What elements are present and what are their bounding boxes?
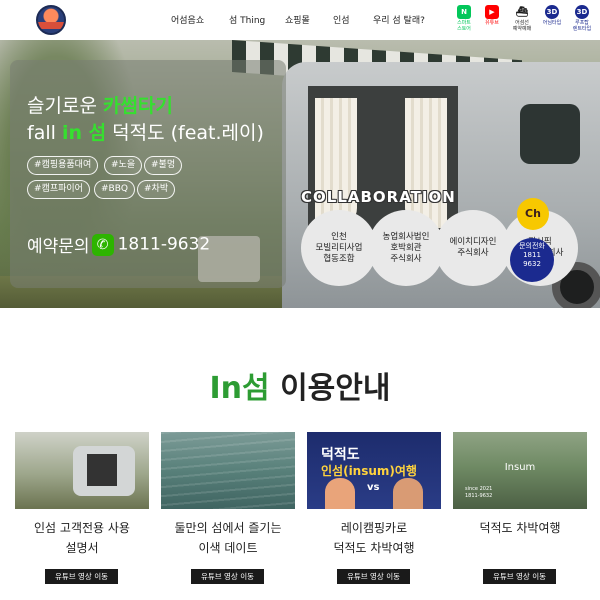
hashtag: #캠프파이어 [27,180,90,199]
naver-store-icon: N [457,5,471,19]
section-title-rest: 이용안내 [269,371,391,406]
hero-curtain-right [405,98,447,228]
hero-headline-1-prefix: 슬기로운 [27,95,103,117]
partner-circle: 인천 모빌리티사업 협동조합 [301,210,377,286]
youtube-link-button[interactable]: 유튜브 영상 이동 [337,569,410,584]
collaboration-title: COLLABORATION [301,188,456,206]
video-thumbnail[interactable] [15,432,149,509]
video-card-title: 덕적도 차박여행 [479,521,561,535]
hero-headline-2-highlight: in 섬 [61,122,107,144]
youtube-link-button[interactable]: 유튜브 영상 이동 [191,569,264,584]
reservation-label: 예약문의 [27,237,90,257]
youtube-link-button[interactable]: 유튜브 영상 이동 [483,569,556,584]
call-inquiry-button[interactable]: 문의전화 1811 9632 [510,238,554,282]
hero-banner: 슬기로운 카썸타기 fall in 섬 덕적도 (feat.레이) #캠핑용품대… [0,40,600,308]
nav-item-awesome-show[interactable]: 어섬음쇼 [171,13,204,26]
hashtag: #노을 [104,156,143,175]
thumbnail-person [325,478,355,509]
quick-link-3d-rooftop[interactable]: 3D 루프탑 렌트타입 [570,5,594,32]
video-thumbnail[interactable]: 덕적도 인섬(insum)여행 vs [307,432,441,509]
reservation-phone[interactable]: 예약문의 ✆ 1811-9632 [27,232,211,257]
video-card: 둘만의 섬에서 즐기는 이색 데이트 유튜브 영상 이동 [161,432,295,584]
nav-item-shop[interactable]: 쇼핑몰 [285,13,310,26]
nav-item-sum-thing[interactable]: 섬 Thing [229,13,265,26]
quick-link-label: 유튜브 [485,20,499,26]
video-thumbnail[interactable]: Insum since 2021 1811-9632 [453,432,587,509]
video-thumbnail[interactable] [161,432,295,509]
video-card: Insum since 2021 1811-9632 덕적도 차박여행 유튜브 … [453,432,587,584]
youtube-icon: ▶ [485,5,499,19]
hero-van-window [520,104,580,164]
hashtag: #캠핑용품대여 [27,156,99,175]
nav-item-insum[interactable]: 인섬 [333,13,350,26]
partner-circle: 농업회사법인 호박회관 주식회사 [368,210,444,286]
hero-curtain-left [315,98,357,228]
quick-link-ferry[interactable]: ⛴ 어섬선 예약예매 [510,5,534,32]
thumbnail-title: 덕적도 [321,447,360,463]
thumbnail-subtitle: 인섬(insum)여행 [321,464,417,478]
youtube-link-button[interactable]: 유튜브 영상 이동 [45,569,118,584]
video-card-title: 인섬 고객전용 사용 설명서 [34,521,130,555]
hero-headline-1: 슬기로운 카썸타기 [27,91,173,118]
brand-logo[interactable] [36,5,66,35]
hero-headline-1-highlight: 카썸타기 [102,95,173,117]
thumbnail-vs: vs [367,482,380,493]
boat-icon: ⛴ [515,5,529,19]
thumbnail-label: Insum [504,462,536,473]
nav-item-ride[interactable]: 우리 섬 탈래? [373,13,425,26]
thumbnail-caption: since 2021 1811-9632 [465,486,493,499]
section-title-accent: In섬 [209,371,270,406]
hero-headline-2-prefix: fall [27,122,62,144]
hashtag: #BBQ [94,180,135,199]
kakao-channel-button[interactable]: Ch [517,198,549,230]
hashtag: #불멍 [144,156,183,175]
quick-link-smartstore[interactable]: N 스마트 스토어 [452,5,476,32]
video-card: 인섬 고객전용 사용 설명서 유튜브 영상 이동 [15,432,149,584]
quick-link-label: 어섬선 예약예매 [512,20,532,32]
3d-icon: 3D [575,5,589,19]
video-card: 덕적도 인섬(insum)여행 vs 레이캠핑카로 덕적도 차박여행 유튜브 영… [307,432,441,584]
partner-circle: 에이치디자인 주식회사 [435,210,511,286]
quick-link-label: 어님타입 [542,20,562,26]
hashtag: #차박 [137,180,176,199]
video-card-title: 둘만의 섬에서 즐기는 이색 데이트 [174,521,282,555]
quick-link-label: 스마트 스토어 [457,20,471,32]
3d-icon: 3D [545,5,559,19]
thumbnail-person [393,478,423,509]
site-header: 어섬음쇼 섬 Thing 쇼핑몰 인섬 우리 섬 탈래? N 스마트 스토어 ▶… [0,0,600,40]
section-title: In섬 이용안내 [0,363,600,407]
reservation-number: 1811-9632 [117,234,211,255]
hero-headline-2-suffix: 덕적도 (feat.레이) [106,122,264,144]
video-card-title: 레이캠핑카로 덕적도 차박여행 [333,521,415,555]
phone-icon: ✆ [91,233,114,256]
quick-link-youtube[interactable]: ▶ 유튜브 [480,5,504,26]
quick-link-label: 루프탑 렌트타입 [572,20,592,32]
hero-headline-2: fall in 섬 덕적도 (feat.레이) [27,118,264,145]
quick-link-3d-basic[interactable]: 3D 어님타입 [540,5,564,26]
